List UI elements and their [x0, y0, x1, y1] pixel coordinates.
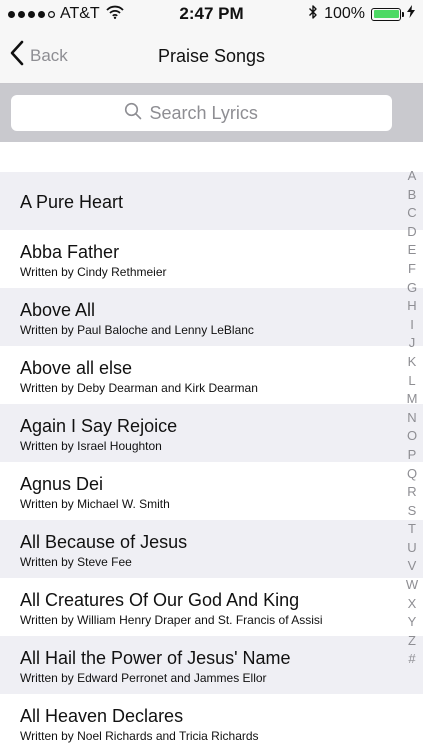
index-letter[interactable]: U	[407, 539, 416, 558]
index-letter[interactable]: Q	[407, 465, 417, 484]
index-letter[interactable]: P	[408, 446, 417, 465]
index-letter[interactable]: F	[408, 260, 416, 279]
index-letter[interactable]: S	[408, 502, 417, 521]
song-row[interactable]: All Hail the Power of Jesus' Name Written…	[0, 636, 423, 694]
song-row[interactable]: Abba Father Written by Cindy Rethmeier	[0, 230, 423, 288]
chevron-left-icon	[10, 40, 24, 71]
index-letter[interactable]: M	[407, 390, 418, 409]
navigation-bar: Back Praise Songs	[0, 28, 423, 84]
search-bar	[0, 84, 423, 142]
song-title: All Creatures Of Our God And King	[20, 590, 300, 610]
battery-icon	[371, 7, 404, 21]
song-title: All Hail the Power of Jesus' Name	[20, 648, 291, 668]
alphabet-index[interactable]: A B C D E F G H I J K L M N O P Q R S T U V W X Y Z #	[404, 167, 420, 669]
song-author: Written by Israel Houghton	[20, 439, 162, 453]
song-title: Agnus Dei	[20, 474, 104, 494]
index-letter[interactable]: W	[406, 576, 418, 595]
index-letter[interactable]: L	[408, 372, 415, 391]
battery-fill	[373, 10, 399, 18]
back-label: Back	[30, 45, 68, 65]
index-letter[interactable]: T	[408, 520, 416, 539]
song-title: All Because of Jesus	[20, 532, 188, 552]
song-row[interactable]: Again I Say Rejoice Written by Israel Hou…	[0, 404, 423, 462]
search-icon	[124, 102, 142, 125]
battery-percent: 100%	[324, 5, 365, 22]
index-letter[interactable]: J	[409, 334, 416, 353]
status-right: 100%	[308, 4, 415, 25]
index-letter[interactable]: Z	[408, 632, 416, 651]
song-row[interactable]: All Because of Jesus Written by Steve Fee	[0, 520, 423, 578]
song-title: Above All	[20, 300, 96, 320]
song-title: Abba Father	[20, 242, 120, 262]
song-author: Written by Michael W. Smith	[20, 497, 170, 511]
back-button[interactable]: Back	[10, 40, 68, 71]
song-row[interactable]: Above all else Written by Deby Dearman an…	[0, 346, 423, 404]
search-field[interactable]	[11, 95, 392, 131]
index-letter[interactable]: R	[407, 483, 416, 502]
index-letter[interactable]: A	[408, 167, 417, 186]
song-author: Written by Edward Perronet and Jammes El…	[20, 671, 267, 685]
index-letter[interactable]: Y	[408, 613, 417, 632]
index-letter[interactable]: G	[407, 279, 417, 298]
search-input[interactable]	[149, 102, 280, 124]
song-row[interactable]: Agnus Dei Written by Michael W. Smith	[0, 462, 423, 520]
index-letter[interactable]: V	[408, 557, 417, 576]
index-letter[interactable]: B	[408, 186, 417, 205]
index-letter[interactable]: D	[407, 223, 416, 242]
song-row[interactable]: All Creatures Of Our God And King Written…	[0, 578, 423, 636]
song-list: A Pure Heart Abba Father Written by Cindy …	[0, 172, 423, 752]
song-author: Written by Cindy Rethmeier	[20, 265, 167, 279]
song-author: Written by Steve Fee	[20, 555, 132, 569]
bluetooth-icon	[308, 4, 318, 25]
index-letter[interactable]: O	[407, 427, 417, 446]
index-letter[interactable]: H	[407, 297, 416, 316]
song-author: Written by William Henry Draper and St. …	[20, 613, 323, 627]
song-row[interactable]: A Pure Heart	[0, 172, 423, 230]
song-row[interactable]: All Heaven Declares Written by Noel Richa…	[0, 694, 423, 752]
index-letter[interactable]: X	[408, 595, 417, 614]
index-letter[interactable]: N	[407, 409, 416, 428]
song-title: Above all else	[20, 358, 133, 378]
index-letter[interactable]: K	[408, 353, 417, 372]
song-author: Written by Paul Baloche and Lenny LeBlan…	[20, 323, 254, 337]
charging-bolt-icon	[407, 5, 415, 23]
index-letter[interactable]: C	[407, 204, 416, 223]
song-title: A Pure Heart	[20, 192, 124, 212]
index-letter[interactable]: E	[408, 241, 417, 260]
song-row[interactable]: Above All Written by Paul Baloche and Len…	[0, 288, 423, 346]
index-letter[interactable]: #	[408, 650, 415, 669]
song-author: Written by Deby Dearman and Kirk Dearman	[20, 381, 258, 395]
song-title: All Heaven Declares	[20, 706, 184, 726]
index-letter[interactable]: I	[410, 316, 414, 335]
song-author: Written by Noel Richards and Tricia Rich…	[20, 729, 259, 743]
status-bar: AT&T 2:47 PM 100%	[0, 0, 423, 28]
song-title: Again I Say Rejoice	[20, 416, 178, 436]
